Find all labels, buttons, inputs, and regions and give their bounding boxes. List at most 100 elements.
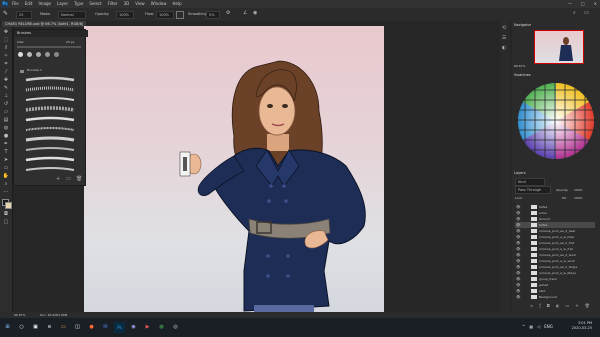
mask-icon[interactable]: ◘ bbox=[547, 303, 550, 308]
swatches-title[interactable]: Swatches bbox=[514, 72, 531, 78]
brush-stroke-list[interactable] bbox=[22, 75, 80, 175]
pressure-icon[interactable]: ◉ bbox=[253, 10, 260, 17]
layer-blend-mode[interactable]: Pass Through bbox=[515, 186, 551, 194]
windows-start-icon[interactable]: ⊞ bbox=[2, 322, 13, 333]
visibility-eye-icon[interactable]: 👁 bbox=[516, 294, 520, 300]
history-panel-icon[interactable]: ⟲ bbox=[502, 25, 508, 31]
layer-row[interactable]: 👁 Background bbox=[515, 294, 595, 300]
task-view-icon[interactable]: ▣ bbox=[30, 322, 41, 333]
menu-layer[interactable]: Layer bbox=[57, 1, 68, 7]
brush-tool-icon[interactable]: ✎ bbox=[3, 10, 11, 18]
brush-preset-icon[interactable] bbox=[18, 52, 23, 57]
crop-tool-icon[interactable]: ⌗ bbox=[2, 61, 10, 68]
document-tab[interactable]: CHAR1 RELORE.psd @ 66.7% (Safe1, RGB/8) bbox=[2, 21, 87, 27]
language-indicator[interactable]: ENG bbox=[544, 324, 553, 329]
navigator-zoom[interactable]: 66.67% bbox=[514, 64, 525, 68]
quick-select-tool-icon[interactable]: ✧ bbox=[2, 53, 10, 60]
zoom-tool-icon[interactable]: ⌕ bbox=[2, 181, 10, 188]
clock[interactable]: 3:01 PM 2020-03-25 bbox=[572, 321, 592, 331]
more-tools-icon[interactable]: ⋯ bbox=[2, 189, 10, 196]
menu-3d[interactable]: 3D bbox=[124, 1, 130, 7]
file-explorer-icon[interactable]: ▭ bbox=[58, 322, 69, 333]
edge-browser-icon[interactable]: e bbox=[44, 322, 55, 333]
document-canvas[interactable] bbox=[84, 26, 384, 313]
path-select-tool-icon[interactable]: ➤ bbox=[2, 157, 10, 164]
brush-folder-label[interactable]: Brushes 1 bbox=[27, 68, 42, 72]
menu-view[interactable]: View bbox=[135, 1, 145, 7]
navigator-title[interactable]: Navigator bbox=[514, 22, 531, 28]
new-layer-icon[interactable]: + bbox=[575, 303, 578, 308]
menu-window[interactable]: Window bbox=[151, 1, 167, 7]
menu-file[interactable]: File bbox=[12, 1, 19, 7]
obs-icon[interactable]: ◎ bbox=[170, 322, 181, 333]
adjustment-layer-icon[interactable]: ◐ bbox=[556, 303, 560, 308]
move-tool-icon[interactable]: ✥ bbox=[2, 29, 10, 36]
quick-mask-icon[interactable]: ◘ bbox=[2, 211, 10, 218]
shape-tool-icon[interactable]: ▭ bbox=[2, 165, 10, 172]
hand-tool-icon[interactable]: ✋ bbox=[2, 173, 10, 180]
minimize-icon[interactable]: — bbox=[568, 1, 572, 7]
settings-gear-icon[interactable]: ⚙ bbox=[226, 10, 233, 17]
stamp-tool-icon[interactable]: ⊥ bbox=[2, 93, 10, 100]
folder-add-icon[interactable]: ▭ bbox=[66, 176, 72, 182]
fill-value[interactable]: 100% bbox=[574, 196, 583, 200]
marquee-tool-icon[interactable]: ⬚ bbox=[2, 37, 10, 44]
mail-icon[interactable]: ✉ bbox=[100, 322, 111, 333]
dodge-tool-icon[interactable]: ● bbox=[2, 133, 10, 140]
menu-type[interactable]: Type bbox=[74, 1, 83, 7]
up-arrow-icon[interactable]: ^ bbox=[522, 324, 525, 329]
type-tool-icon[interactable]: T bbox=[2, 149, 10, 156]
layer-opacity-value[interactable]: 100% bbox=[574, 188, 583, 192]
properties-panel-icon[interactable]: ☰ bbox=[502, 35, 508, 41]
history-brush-tool-icon[interactable]: ↺ bbox=[2, 101, 10, 108]
new-brush-icon[interactable]: + bbox=[56, 176, 62, 182]
photoshop-taskbar-icon[interactable]: Ps bbox=[114, 322, 125, 333]
brush-preset-icon[interactable] bbox=[54, 52, 59, 57]
navigator-thumbnail[interactable] bbox=[534, 30, 584, 64]
search-icon[interactable]: ⌕ bbox=[573, 10, 580, 17]
spotify-icon[interactable]: ◍ bbox=[156, 322, 167, 333]
brush-tool-icon[interactable]: ✎ bbox=[2, 85, 10, 92]
maximize-icon[interactable]: □ bbox=[581, 1, 585, 7]
mode-select[interactable]: Normal bbox=[58, 11, 86, 19]
pen-tool-icon[interactable]: ✒ bbox=[2, 141, 10, 148]
adjustments-panel-icon[interactable]: ◐ bbox=[502, 45, 508, 51]
opacity-field[interactable]: 100% bbox=[116, 11, 134, 19]
discord-icon[interactable]: ◉ bbox=[128, 322, 139, 333]
media-icon[interactable]: ▶ bbox=[142, 322, 153, 333]
volume-icon[interactable]: ◁ bbox=[537, 324, 540, 329]
screen-mode-icon[interactable]: ▢ bbox=[2, 219, 10, 226]
layers-title[interactable]: Layers bbox=[514, 170, 526, 176]
new-group-icon[interactable]: ▭ bbox=[565, 303, 569, 308]
menu-edit[interactable]: Edit bbox=[25, 1, 33, 7]
search-icon[interactable]: ○ bbox=[16, 322, 27, 333]
link-layers-icon[interactable]: ∞ bbox=[530, 303, 533, 308]
delete-layer-icon[interactable]: 🗑 bbox=[585, 303, 590, 308]
background-color-swatch[interactable] bbox=[5, 202, 12, 209]
angle-icon[interactable]: ∠ bbox=[243, 10, 250, 17]
brush-preset-icon[interactable] bbox=[45, 52, 50, 57]
eraser-tool-icon[interactable]: ▱ bbox=[2, 109, 10, 116]
trash-icon[interactable]: 🗑 bbox=[76, 176, 82, 182]
healing-tool-icon[interactable]: ✚ bbox=[2, 77, 10, 84]
menu-select[interactable]: Select bbox=[89, 1, 101, 7]
store-icon[interactable]: ◫ bbox=[72, 322, 83, 333]
lasso-tool-icon[interactable]: ℓ bbox=[2, 45, 10, 52]
menu-help[interactable]: Help bbox=[172, 1, 181, 7]
menu-filter[interactable]: Filter bbox=[108, 1, 118, 7]
airbrush-toggle-icon[interactable] bbox=[176, 11, 184, 19]
brush-size-slider[interactable] bbox=[17, 46, 81, 48]
brush-size-picker[interactable]: 25 bbox=[16, 11, 32, 19]
flow-field[interactable]: 100% bbox=[156, 11, 174, 19]
color-wheel-swatches[interactable] bbox=[515, 80, 597, 162]
menu-image[interactable]: Image bbox=[38, 1, 51, 7]
brush-preset-icon[interactable] bbox=[36, 52, 41, 57]
fx-icon[interactable]: ƒ bbox=[539, 303, 540, 308]
gradient-tool-icon[interactable]: ▤ bbox=[2, 117, 10, 124]
network-icon[interactable]: ▦ bbox=[529, 324, 533, 329]
blur-tool-icon[interactable]: ◍ bbox=[2, 125, 10, 132]
brush-preset-icon[interactable] bbox=[27, 52, 32, 57]
smoothing-field[interactable]: 0% bbox=[206, 11, 220, 19]
layer-kind-filter[interactable]: Kind bbox=[515, 178, 545, 186]
workspace-icon[interactable]: ▭ bbox=[584, 10, 593, 17]
